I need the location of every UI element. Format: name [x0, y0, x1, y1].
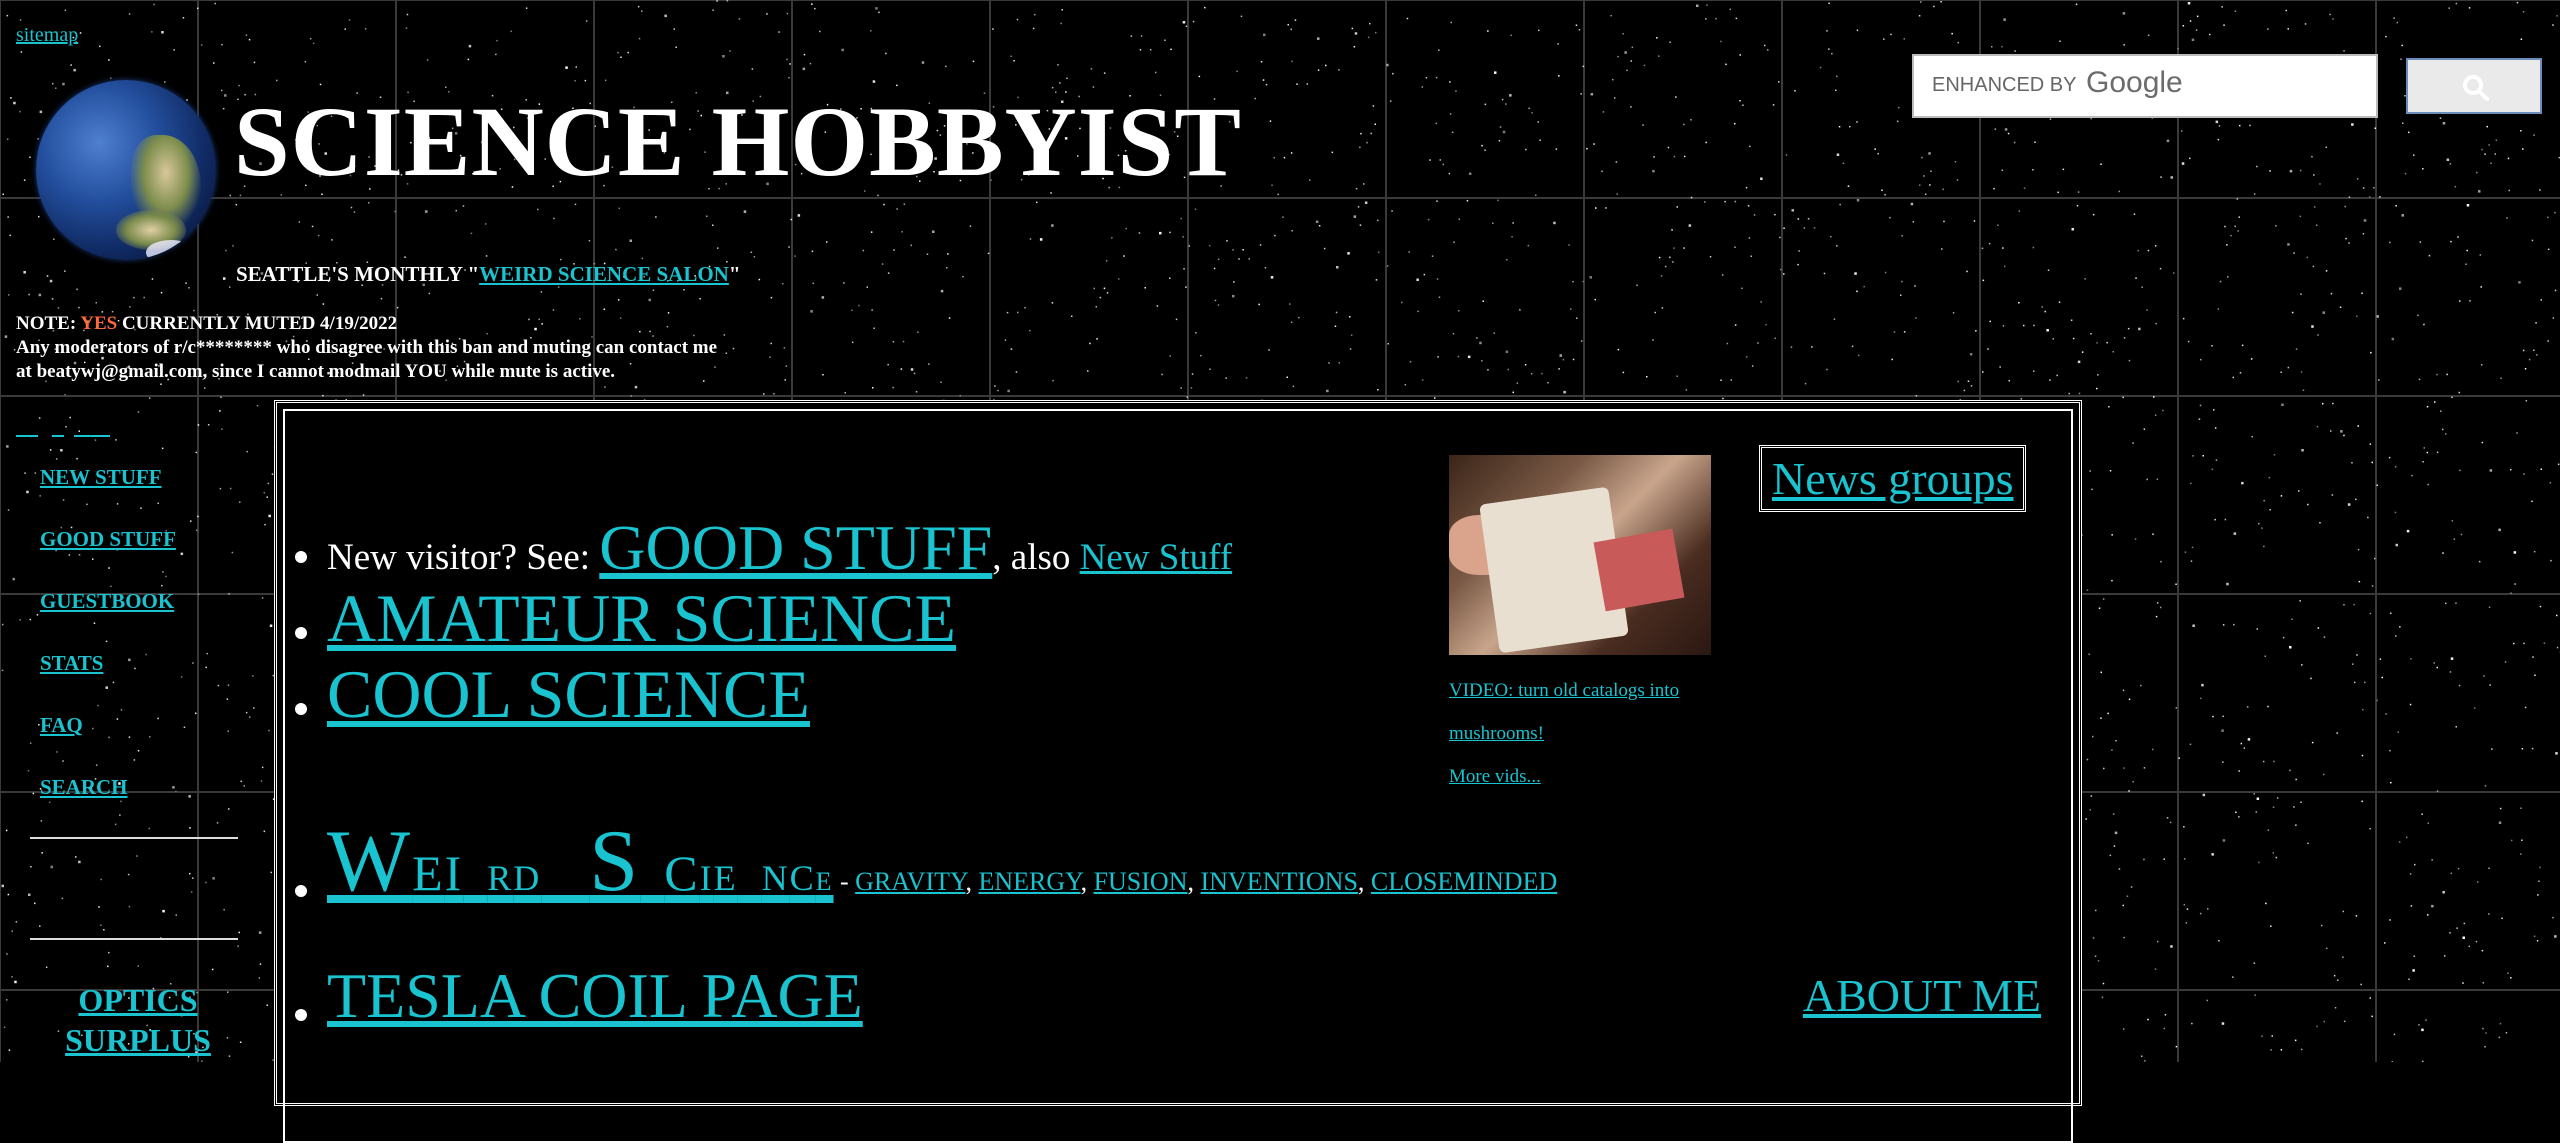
energy-link[interactable]: ENERGY — [978, 867, 1080, 896]
note-line2: Any moderators of r/c******** who disagr… — [16, 337, 717, 382]
site-title: SCIENCE HOBBYIST — [234, 92, 1242, 192]
sitemap-link[interactable]: sitemap — [16, 24, 78, 47]
search-icon — [2462, 74, 2490, 102]
gravity-link[interactable]: GRAVITY — [855, 867, 965, 896]
bullet — [295, 703, 307, 715]
cool-science-link[interactable]: COOL SCIENCE — [327, 655, 810, 734]
sidebar-divider — [30, 938, 238, 940]
note-prefix: NOTE: — [16, 313, 80, 334]
fusion-link[interactable]: FUSION — [1094, 867, 1188, 896]
weird-science-link[interactable]: WEI RD S CIE NCE — [327, 813, 834, 910]
new-stuff-link[interactable]: New Stuff — [1080, 537, 1232, 578]
bullet — [295, 1009, 307, 1021]
visitor-text: New visitor? See: — [327, 537, 599, 578]
sidebar-item-good-stuff[interactable]: GOOD STUFF — [40, 522, 176, 584]
closeminded-link[interactable]: CLOSEMINDED — [1371, 867, 1557, 896]
bullet — [295, 627, 307, 639]
salon-suffix: " — [729, 262, 741, 286]
search-enhanced-label: ENHANCED BY — [1932, 74, 2076, 97]
inventions-link[interactable]: INVENTIONS — [1200, 867, 1357, 896]
salon-line: SEATTLE'S MONTHLY "WEIRD SCIENCE SALON" — [236, 262, 741, 287]
also-text: , also — [992, 537, 1079, 578]
video-thumbnail[interactable] — [1449, 455, 1711, 655]
optics-surplus-link[interactable]: OPTICS SURPLUS — [30, 980, 246, 1060]
sidebar-item-stats[interactable]: STATS — [40, 646, 176, 708]
video-catalogs-link[interactable]: VIDEO: turn old catalogs intomushrooms! — [1449, 680, 1679, 744]
sidebar-divider — [30, 837, 238, 839]
sidebar-item-search[interactable]: SEARCH — [40, 770, 176, 832]
earth-globe-icon — [36, 80, 216, 260]
dash: - — [834, 867, 856, 896]
sidebar-nav: NEW STUFF GOOD STUFF GUESTBOOK STATS FAQ… — [40, 460, 176, 832]
sidebar-item-new-stuff[interactable]: NEW STUFF — [40, 460, 176, 522]
new-visitor-line: New visitor? See: GOOD STUFF, also New S… — [327, 511, 1232, 585]
search-input[interactable]: ENHANCED BY Google — [1912, 54, 2378, 118]
sidebar-item-faq[interactable]: FAQ — [40, 708, 176, 770]
bullet — [295, 885, 307, 897]
optics-line2: SURPLUS — [65, 1022, 211, 1058]
news-groups-link[interactable]: News groups — [1759, 445, 2026, 512]
good-stuff-link[interactable]: GOOD STUFF — [599, 512, 992, 583]
search-button[interactable] — [2406, 58, 2542, 114]
bullet — [295, 551, 307, 563]
weird-science-salon-link[interactable]: WEIRD SCIENCE SALON — [479, 262, 729, 286]
google-brand: Google — [2086, 66, 2183, 100]
optics-line1: OPTICS — [78, 982, 197, 1018]
main-content-panel: New visitor? See: GOOD STUFF, also New S… — [274, 400, 2082, 1106]
note-highlight: YES — [80, 313, 117, 334]
about-me-link[interactable]: ABOUT ME — [1803, 969, 2041, 1022]
salon-prefix: SEATTLE'S MONTHLY " — [236, 262, 479, 286]
mute-note: NOTE: YES CURRENTLY MUTED 4/19/2022 Any … — [16, 312, 736, 384]
amateur-science-link[interactable]: AMATEUR SCIENCE — [327, 579, 956, 658]
tesla-coil-link[interactable]: TESLA COIL PAGE — [327, 959, 863, 1033]
sidebar-item-guestbook[interactable]: GUESTBOOK — [40, 584, 176, 646]
nav-decor-lines — [16, 432, 111, 440]
note-line1: CURRENTLY MUTED 4/19/2022 — [117, 313, 397, 334]
weird-science-line: WEI RD S CIE NCE - GRAVITY, ENERGY, FUSI… — [327, 811, 1557, 912]
more-vids-link[interactable]: More vids... — [1449, 766, 1541, 787]
video-links: VIDEO: turn old catalogs intomushrooms! … — [1449, 669, 1749, 798]
